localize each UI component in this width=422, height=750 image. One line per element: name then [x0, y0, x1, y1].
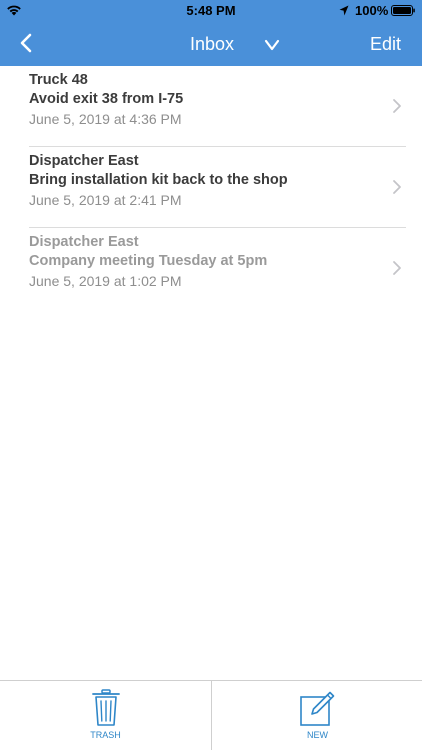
chevron-right-icon	[393, 99, 401, 113]
new-message-button[interactable]: NEW	[212, 681, 422, 750]
message-row[interactable]: Dispatcher East Bring installation kit b…	[0, 147, 422, 228]
message-subject: Company meeting Tuesday at 5pm	[29, 253, 268, 269]
message-date: June 5, 2019 at 4:36 PM	[29, 111, 182, 127]
chevron-down-icon[interactable]	[264, 38, 280, 52]
chevron-left-icon[interactable]	[14, 31, 38, 55]
bottom-toolbar: TRASH NEW	[0, 680, 422, 750]
chevron-right-icon	[393, 180, 401, 194]
message-row[interactable]: Truck 48 Avoid exit 38 from I-75 June 5,…	[0, 66, 422, 147]
status-bar: 5:48 PM 100%	[0, 0, 422, 22]
message-list: Truck 48 Avoid exit 38 from I-75 June 5,…	[0, 66, 422, 309]
inbox-screen: 5:48 PM 100% Inbox Edit Truck 48 Avoid e…	[0, 0, 422, 750]
trash-label: TRASH	[90, 730, 121, 740]
message-sender: Dispatcher East	[29, 234, 139, 250]
message-date: June 5, 2019 at 1:02 PM	[29, 273, 182, 289]
chevron-right-icon	[393, 261, 401, 275]
message-sender: Truck 48	[29, 72, 88, 88]
message-subject: Bring installation kit back to the shop	[29, 172, 288, 188]
trash-icon	[91, 689, 120, 726]
battery-percent: 100%	[355, 3, 389, 18]
location-arrow-icon	[339, 5, 349, 16]
nav-bar: Inbox Edit	[0, 22, 422, 66]
trash-button[interactable]: TRASH	[0, 681, 211, 750]
compose-icon	[299, 691, 334, 726]
new-label: NEW	[307, 730, 328, 740]
message-subject: Avoid exit 38 from I-75	[29, 91, 184, 107]
battery-icon	[391, 5, 415, 16]
message-sender: Dispatcher East	[29, 153, 139, 169]
page-title[interactable]: Inbox	[190, 34, 234, 55]
message-row[interactable]: Dispatcher East Company meeting Tuesday …	[0, 228, 422, 309]
edit-button[interactable]: Edit	[370, 34, 401, 55]
message-date: June 5, 2019 at 2:41 PM	[29, 192, 182, 208]
